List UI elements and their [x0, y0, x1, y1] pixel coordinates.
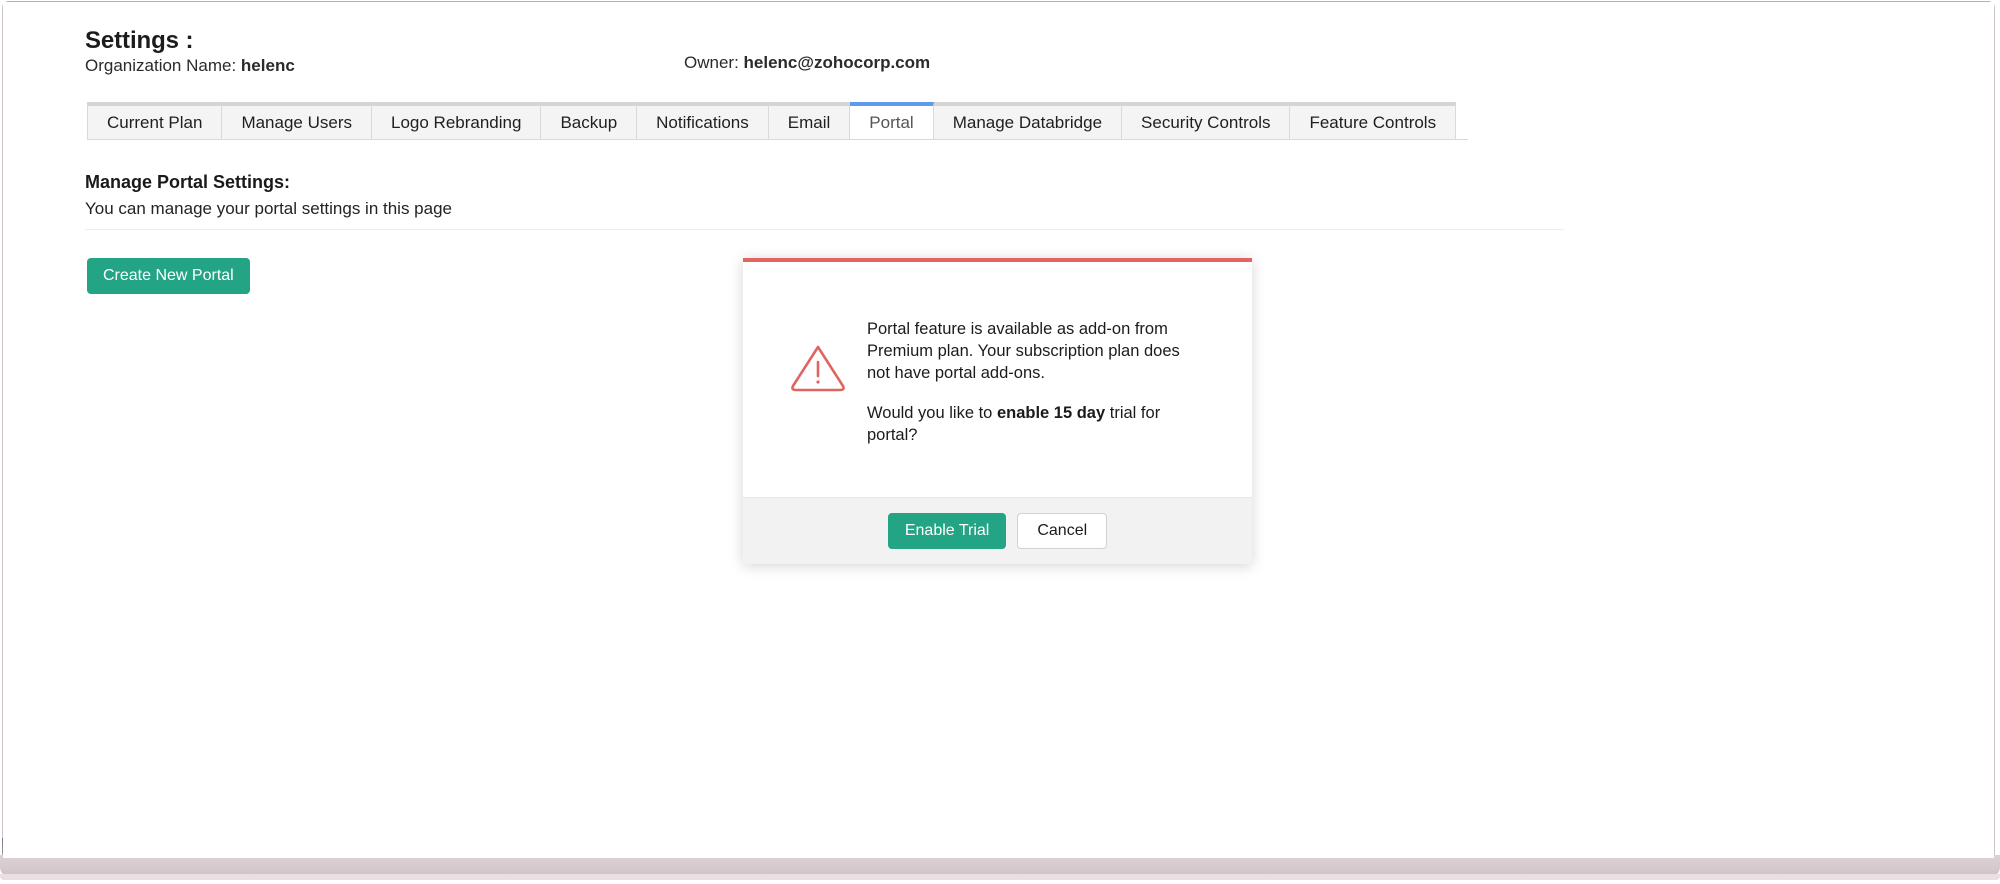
organization-name-line: Organization Name: helenc [85, 56, 295, 76]
section-divider [85, 229, 1564, 230]
tab-label: Email [787, 113, 831, 132]
section-description: You can manage your portal settings in t… [85, 199, 453, 218]
warning-triangle-icon [788, 340, 848, 396]
enable-trial-button[interactable]: Enable Trial [887, 513, 1007, 549]
tab-notifications[interactable]: Notifications [637, 102, 769, 140]
tab-label: Manage Users [241, 113, 352, 132]
settings-tab-bar[interactable]: Current Plan Manage Users Logo Rebranding B… [87, 102, 1457, 140]
dialog-message: Portal feature is available as add-on fr… [867, 319, 1197, 447]
tab-backup[interactable]: Backup [541, 102, 638, 140]
browser-window-frame: Settings : Organization Name: helenc Own… [0, 0, 2000, 884]
create-new-portal-button[interactable]: Create New Portal [87, 258, 250, 294]
dialog-message-line-2: Would you like to enable 15 day trial fo… [867, 403, 1197, 447]
tab-label: Security Controls [1141, 113, 1271, 132]
tab-label: Notifications [656, 113, 749, 132]
tab-portal[interactable]: Portal [850, 102, 934, 140]
cancel-button[interactable]: Cancel [1017, 513, 1108, 549]
tab-email[interactable]: Email [768, 102, 851, 140]
tab-bar-underline [87, 139, 1468, 140]
dialog-message-line-2-bold: enable 15 day [996, 404, 1106, 423]
tab-security-controls[interactable]: Security Controls [1122, 102, 1291, 140]
tab-manage-databridge[interactable]: Manage Databridge [933, 102, 1123, 140]
owner-line: Owner: helenc@zohocorp.com [684, 53, 930, 73]
tab-manage-users[interactable]: Manage Users [222, 102, 372, 140]
tab-feature-controls[interactable]: Feature Controls [1290, 102, 1457, 140]
organization-name-label: Organization Name: [85, 56, 237, 75]
device-base-lip [0, 874, 2000, 880]
section-title: Manage Portal Settings: [85, 172, 291, 192]
tab-label: Portal [869, 113, 914, 132]
dialog-message-line-2-prefix: Would you like to [867, 404, 997, 423]
page-title: Settings : [85, 27, 194, 54]
tab-logo-rebranding[interactable]: Logo Rebranding [372, 102, 542, 140]
dialog-message-line-1: Portal feature is available as add-on fr… [867, 320, 1180, 382]
tab-label: Current Plan [107, 113, 203, 132]
tab-label: Feature Controls [1309, 113, 1437, 132]
organization-name-value: helenc [240, 56, 295, 75]
tab-label: Logo Rebranding [391, 113, 522, 132]
tab-label: Manage Databridge [952, 113, 1103, 132]
owner-value: helenc@zohocorp.com [743, 53, 931, 72]
portal-addon-dialog: Portal feature is available as add-on fr… [743, 258, 1252, 564]
dialog-footer: Enable Trial Cancel [743, 497, 1252, 564]
tab-label: Backup [560, 113, 618, 132]
tab-current-plan[interactable]: Current Plan [87, 102, 223, 140]
owner-label: Owner: [684, 53, 739, 72]
page-content: Settings : Organization Name: helenc Own… [3, 2, 1994, 858]
